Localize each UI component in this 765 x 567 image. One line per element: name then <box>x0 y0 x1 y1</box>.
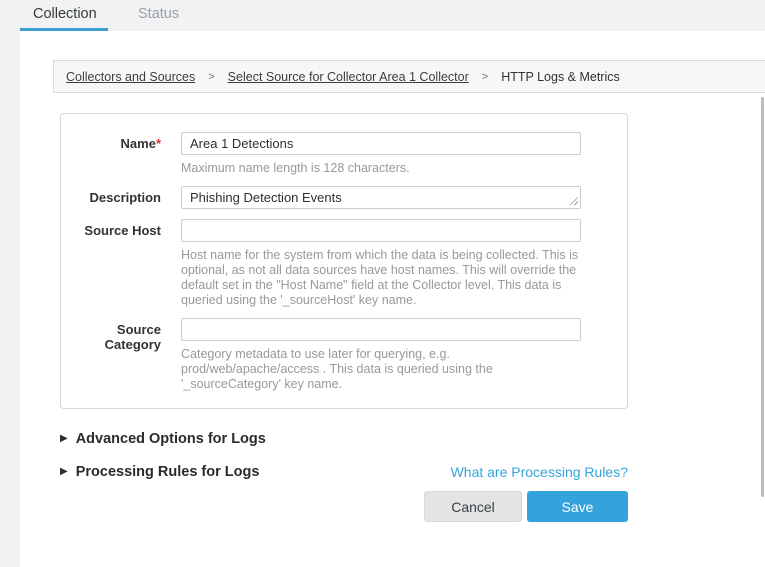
advanced-options-title: Advanced Options for Logs <box>76 431 266 447</box>
name-helper-text: Maximum name length is 128 characters. <box>181 161 581 176</box>
source-category-helper-text: Category metadata to use later for query… <box>181 347 581 392</box>
scrollbar[interactable] <box>761 97 764 497</box>
section-processing-rules[interactable]: ▶ Processing Rules for Logs <box>60 464 259 480</box>
breadcrumb-separator: > <box>482 71 488 83</box>
tab-status[interactable]: Status <box>138 6 179 22</box>
caret-right-icon: ▶ <box>60 467 68 477</box>
page-root: Collection Status Collectors and Sources… <box>0 0 765 567</box>
form-row-description: Description Phishing Detection Events <box>61 186 627 209</box>
what-are-processing-rules-link[interactable]: What are Processing Rules? <box>451 464 628 480</box>
description-field-wrap: Phishing Detection Events <box>181 186 581 209</box>
breadcrumb-link-select-source[interactable]: Select Source for Collector Area 1 Colle… <box>228 70 469 84</box>
source-host-input[interactable] <box>181 219 581 242</box>
description-textarea[interactable]: Phishing Detection Events <box>181 186 581 209</box>
name-field-wrap: Maximum name length is 128 characters. <box>181 132 581 176</box>
processing-rules-title: Processing Rules for Logs <box>76 464 260 480</box>
description-label: Description <box>61 186 161 209</box>
source-host-label: Source Host <box>61 219 161 308</box>
form-row-source-host: Source Host Host name for the system fro… <box>61 219 627 308</box>
tab-collection[interactable]: Collection <box>33 6 97 22</box>
main-column: Name* Maximum name length is 128 charact… <box>60 113 628 522</box>
section-processing-rules-row: ▶ Processing Rules for Logs What are Pro… <box>60 464 628 480</box>
source-config-form: Name* Maximum name length is 128 charact… <box>60 113 628 409</box>
source-host-helper-text: Host name for the system from which the … <box>181 248 581 308</box>
form-row-name: Name* Maximum name length is 128 charact… <box>61 132 627 176</box>
source-category-label: Source Category <box>61 318 161 392</box>
section-advanced-options[interactable]: ▶ Advanced Options for Logs <box>60 431 628 447</box>
caret-right-icon: ▶ <box>60 434 68 444</box>
breadcrumb-separator: > <box>208 71 214 83</box>
save-button[interactable]: Save <box>527 491 628 522</box>
tab-bar: Collection Status <box>0 0 765 31</box>
breadcrumb: Collectors and Sources > Select Source f… <box>53 60 765 93</box>
required-asterisk: * <box>156 136 161 151</box>
source-host-field-wrap: Host name for the system from which the … <box>181 219 581 308</box>
name-label: Name* <box>61 132 161 176</box>
name-label-text: Name <box>121 136 156 151</box>
source-category-field-wrap: Category metadata to use later for query… <box>181 318 581 392</box>
breadcrumb-link-collectors[interactable]: Collectors and Sources <box>66 70 195 84</box>
breadcrumb-current-page: HTTP Logs & Metrics <box>501 70 620 84</box>
cancel-button[interactable]: Cancel <box>424 491 522 522</box>
name-input[interactable] <box>181 132 581 155</box>
form-actions: Cancel Save <box>60 491 628 522</box>
form-row-source-category: Source Category Category metadata to use… <box>61 318 627 392</box>
source-category-input[interactable] <box>181 318 581 341</box>
